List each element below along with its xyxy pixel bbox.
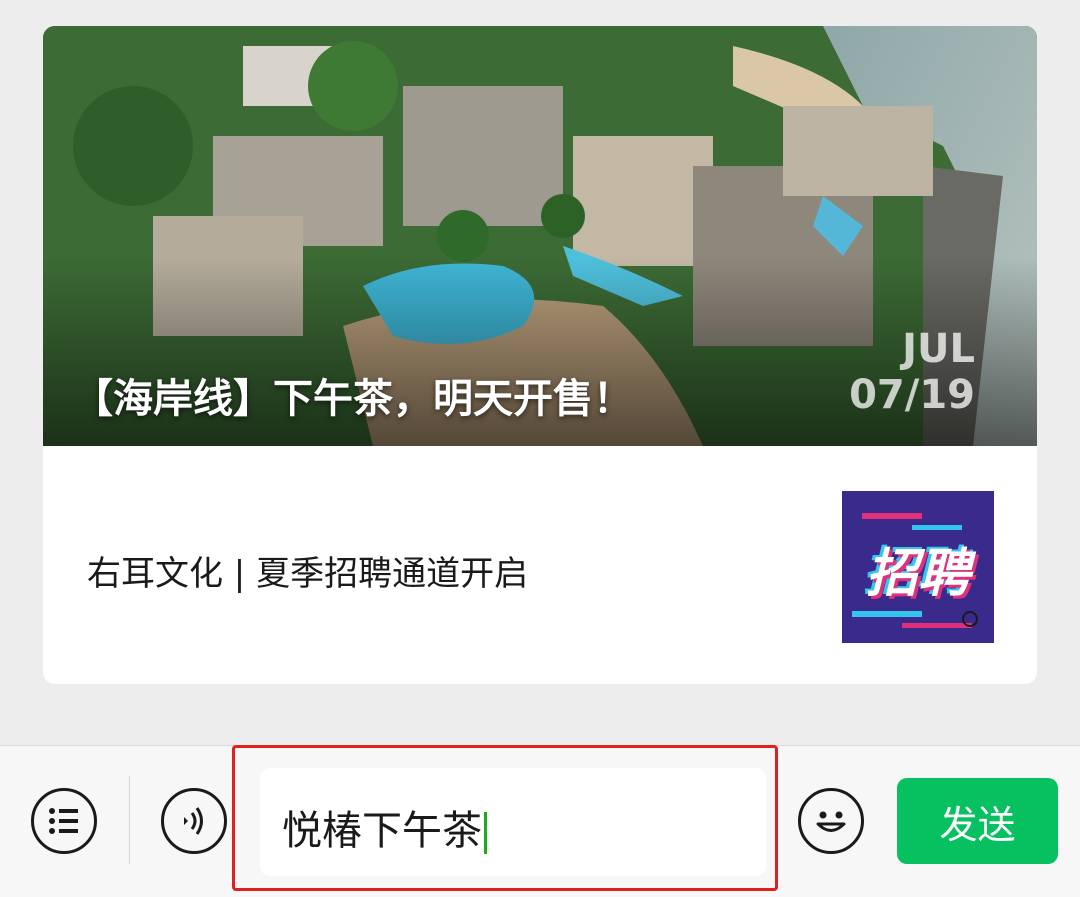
date-month-label: JUL xyxy=(902,326,975,372)
list-icon xyxy=(49,808,78,834)
smiley-icon xyxy=(816,811,846,832)
voice-button[interactable] xyxy=(161,788,227,854)
article-hero-title: 【海岸线】下午茶，明天开售！ xyxy=(73,376,633,422)
thumbnail-text: 招聘 xyxy=(865,544,970,604)
voice-icon xyxy=(184,807,203,835)
input-bar-divider xyxy=(129,776,130,864)
recruitment-thumbnail[interactable]: 招聘 xyxy=(842,491,994,643)
emoji-button[interactable] xyxy=(798,788,864,854)
article-card[interactable]: 【海岸线】下午茶，明天开售！ JUL 07/19 右耳文化 | 夏季招聘通道开启… xyxy=(43,26,1037,684)
date-day-label: 07/19 xyxy=(849,372,975,418)
input-highlight-box xyxy=(232,745,778,891)
send-button[interactable]: 发送 xyxy=(897,778,1058,864)
article-hero-image[interactable]: 【海岸线】下午茶，明天开售！ JUL 07/19 xyxy=(43,26,1037,446)
menu-button[interactable] xyxy=(31,788,97,854)
secondary-article-title[interactable]: 右耳文化 | 夏季招聘通道开启 xyxy=(87,546,528,595)
